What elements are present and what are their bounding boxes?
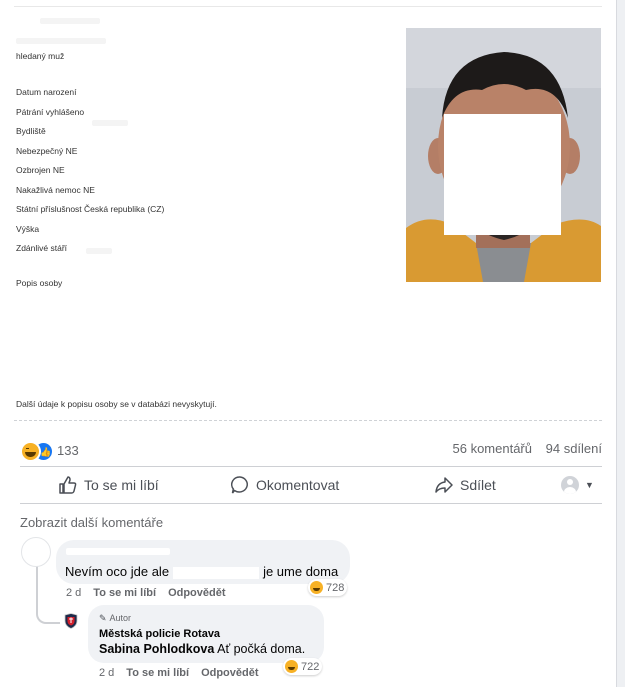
police-shield-icon[interactable] [64, 613, 78, 629]
thumbs-up-icon [59, 476, 77, 494]
pencil-icon: ✎ [99, 613, 107, 623]
field-armed: Ozbrojen NE [16, 165, 65, 175]
wanted-person-sheet[interactable]: hledaný muž Datum narození Pátrání vyhlá… [0, 0, 616, 425]
commenter-avatar[interactable] [21, 537, 51, 567]
field-birth-date: Datum narození [16, 87, 77, 97]
reply-reply-link[interactable]: Odpovědět [201, 667, 258, 679]
comment-meta: 2 d To se mi líbí Odpovědět [66, 587, 226, 599]
comment-reaction-count: 728 [326, 581, 345, 594]
field-nationality: Státní příslušnost Česká republika (CZ) [16, 204, 165, 214]
reply-reaction-count: 722 [301, 660, 320, 673]
sheet-heading: hledaný muž [16, 51, 65, 61]
like-button-label: To se mi líbí [84, 477, 159, 493]
sheet-bottom-edge [14, 420, 602, 421]
comment-text: Nevím oco jde ale je ume doma [65, 564, 338, 579]
like-button[interactable]: To se mi líbí [58, 468, 159, 502]
footer-note: Další údaje k popisu osoby se v databázi… [16, 399, 217, 409]
reply-text: Sabina Pohlodkova Ať počká doma. [99, 642, 305, 656]
comment-bubble: Nevím oco jde ale je ume doma [56, 540, 350, 584]
field-dangerous: Nebezpečný NE [16, 146, 78, 156]
redacted-commenter-name [66, 548, 170, 555]
haha-reaction-icon[interactable] [20, 441, 41, 462]
author-badge: ✎ Autor [99, 613, 131, 624]
field-height: Výška [16, 224, 40, 234]
suspect-photo [406, 28, 601, 282]
redacted-text [92, 120, 128, 126]
comment-button[interactable]: Okomentovat [230, 468, 339, 502]
divider [20, 466, 602, 467]
reply-time[interactable]: 2 d [99, 667, 114, 679]
reply-meta: 2 d To se mi líbí Odpovědět [99, 667, 259, 679]
reply-like-link[interactable]: To se mi líbí [126, 667, 189, 679]
field-residence: Bydliště [16, 126, 46, 136]
comment-like-link[interactable]: To se mi líbí [93, 587, 156, 599]
field-apparent-age: Zdánlivé stáří [16, 243, 68, 253]
reply-mention[interactable]: Sabina Pohlodkova [99, 642, 214, 656]
redacted-text [86, 248, 112, 254]
description-label: Popis osoby [16, 278, 63, 288]
reply-author-name[interactable]: Městská policie Rotava [99, 628, 220, 640]
redacted-text [40, 18, 100, 24]
field-search-issued: Pátrání vyhlášeno [16, 107, 85, 117]
reply-text-body: Ať počká doma. [217, 642, 306, 656]
author-badge-label: Autor [109, 613, 132, 623]
haha-reaction-icon [310, 581, 323, 594]
share-count[interactable]: 94 sdílení [546, 441, 602, 456]
reactions-bar: 👍 133 56 komentářů 94 sdílení [20, 436, 602, 464]
comment-text-end: je ume doma [263, 564, 339, 579]
post-as-selector[interactable]: ▼ [561, 468, 594, 502]
reply-thread-line [36, 566, 60, 624]
comment-reaction-badge[interactable]: 728 [308, 579, 348, 596]
comment-time[interactable]: 2 d [66, 587, 81, 599]
profile-avatar-icon [561, 476, 579, 494]
share-button[interactable]: Sdílet [434, 468, 496, 502]
redacted-mention [173, 566, 260, 579]
comment-reply-link[interactable]: Odpovědět [168, 587, 225, 599]
field-contagious: Nakažlivá nemoc NE [16, 185, 95, 195]
post-actions: To se mi líbí Okomentovat Sdílet ▼ [20, 468, 602, 502]
post-card: hledaný muž Datum narození Pátrání vyhlá… [0, 0, 617, 687]
caret-down-icon: ▼ [585, 480, 594, 490]
reply-bubble: ✎ Autor Městská policie Rotava Sabina Poh… [88, 605, 324, 663]
face-redaction [444, 114, 561, 235]
haha-reaction-icon [285, 660, 298, 673]
reply-reaction-badge[interactable]: 722 [283, 658, 323, 675]
share-arrow-icon [435, 477, 453, 493]
speech-bubble-icon [230, 476, 248, 494]
comment-button-label: Okomentovat [256, 477, 340, 493]
comment-count[interactable]: 56 komentářů [453, 441, 533, 456]
sheet-top-divider [14, 6, 602, 7]
comment-text-start: Nevím oco jde ale [65, 564, 170, 579]
share-button-label: Sdílet [460, 477, 496, 493]
redacted-text [16, 38, 106, 44]
view-more-comments-link[interactable]: Zobrazit další komentáře [20, 515, 163, 530]
reaction-count[interactable]: 133 [57, 443, 79, 458]
post-stats: 56 komentářů 94 sdílení [443, 441, 603, 456]
divider [20, 503, 602, 504]
